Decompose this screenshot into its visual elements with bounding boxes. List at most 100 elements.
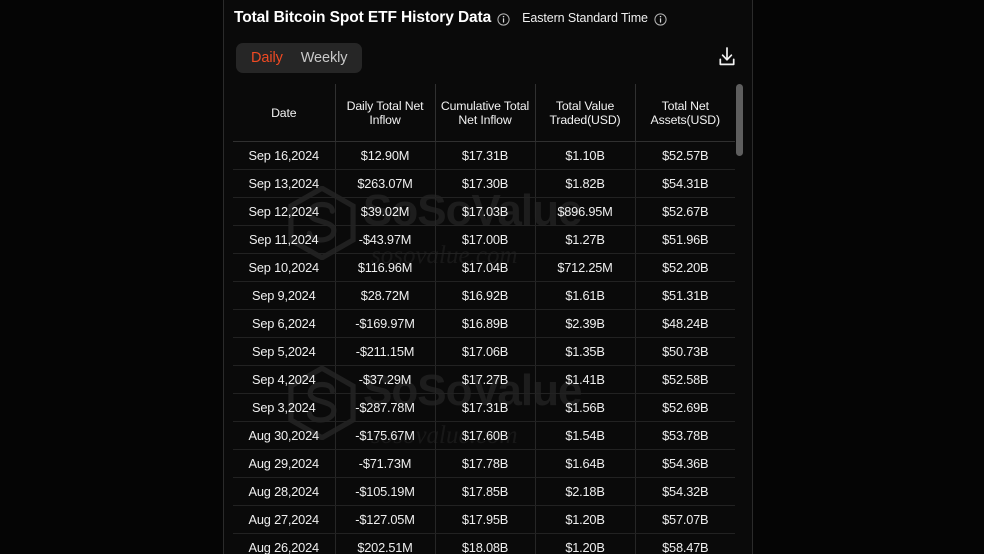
column-header-total-net-assets[interactable]: Total Net Assets(USD) [635, 84, 735, 142]
cell-daily-net-inflow: -$43.97M [335, 225, 436, 254]
table-row[interactable]: Sep 4,2024 -$37.29M $17.27B $1.41B $52.58B [233, 365, 735, 394]
cell-date: Sep 5,2024 [233, 337, 336, 366]
cell-total-net-assets: $51.96B [635, 225, 735, 254]
cell-date: Sep 10,2024 [233, 253, 336, 282]
tab-daily[interactable]: Daily [242, 43, 292, 73]
cell-cumulative-inflow: $17.78B [435, 449, 536, 478]
cell-daily-net-inflow: $12.90M [335, 141, 436, 170]
cell-total-net-assets: $57.07B [635, 505, 735, 534]
cell-daily-net-inflow: $202.51M [335, 533, 436, 554]
table-row[interactable]: Aug 29,2024 -$71.73M $17.78B $1.64B $54.36B [233, 449, 735, 478]
cell-total-net-assets: $50.73B [635, 337, 735, 366]
cell-total-value-traded: $896.95M [535, 197, 636, 226]
cell-total-value-traded: $1.82B [535, 169, 636, 198]
table-row[interactable]: Aug 28,2024 -$105.19M $17.85B $2.18B $54.32B [233, 477, 735, 506]
table-row[interactable]: Aug 30,2024 -$175.67M $17.60B $1.54B $53.78B [233, 421, 735, 450]
cell-daily-net-inflow: $263.07M [335, 169, 436, 198]
cell-date: Sep 11,2024 [233, 225, 336, 254]
cell-daily-net-inflow: -$169.97M [335, 309, 436, 338]
tab-weekly[interactable]: Weekly [292, 43, 357, 73]
cell-cumulative-inflow: $17.95B [435, 505, 536, 534]
column-header-cumulative-inflow[interactable]: Cumulative Total Net Inflow [435, 84, 536, 142]
cell-cumulative-inflow: $18.08B [435, 533, 536, 554]
title-info-icon[interactable] [497, 12, 510, 26]
cell-total-net-assets: $52.69B [635, 393, 735, 422]
cell-daily-net-inflow: -$175.67M [335, 421, 436, 450]
cell-total-value-traded: $1.41B [535, 365, 636, 394]
table-row[interactable]: Sep 5,2024 -$211.15M $17.06B $1.35B $50.73B [233, 337, 735, 366]
etf-history-panel: Total Bitcoin Spot ETF History Data East… [223, 0, 753, 554]
table-row[interactable]: Sep 3,2024 -$287.78M $17.31B $1.56B $52.69B [233, 393, 735, 422]
cell-daily-net-inflow: $39.02M [335, 197, 436, 226]
period-toggle-group[interactable]: Daily Weekly [236, 43, 363, 73]
column-header-date[interactable]: Date [233, 84, 336, 142]
cell-cumulative-inflow: $16.89B [435, 309, 536, 338]
table-row[interactable]: Sep 12,2024 $39.02M $17.03B $896.95M $52.67B [233, 197, 735, 226]
cell-total-value-traded: $1.64B [535, 449, 636, 478]
cell-daily-net-inflow: -$71.73M [335, 449, 436, 478]
panel-header: Total Bitcoin Spot ETF History Data East… [234, 9, 667, 27]
cell-cumulative-inflow: $17.03B [435, 197, 536, 226]
cell-total-value-traded: $1.10B [535, 141, 636, 170]
table-row[interactable]: Sep 13,2024 $263.07M $17.30B $1.82B $54.31B [233, 169, 735, 198]
cell-daily-net-inflow: -$287.78M [335, 393, 436, 422]
timezone-label: Eastern Standard Time [522, 11, 648, 25]
cell-total-net-assets: $52.58B [635, 365, 735, 394]
table-scrollbar-thumb[interactable] [736, 84, 743, 156]
cell-date: Aug 29,2024 [233, 449, 336, 478]
cell-total-value-traded: $1.61B [535, 281, 636, 310]
cell-date: Sep 12,2024 [233, 197, 336, 226]
cell-daily-net-inflow: -$37.29M [335, 365, 436, 394]
table-scrollbar-track[interactable] [736, 84, 743, 554]
etf-history-table: Date Daily Total Net Inflow Cumulative T… [233, 84, 735, 554]
table-row[interactable]: Sep 10,2024 $116.96M $17.04B $712.25M $52.20… [233, 253, 735, 282]
column-header-total-value-traded[interactable]: Total Value Traded(USD) [535, 84, 636, 142]
cell-total-value-traded: $2.18B [535, 477, 636, 506]
download-icon[interactable] [714, 44, 740, 70]
cell-cumulative-inflow: $17.30B [435, 169, 536, 198]
table-row[interactable]: Sep 11,2024 -$43.97M $17.00B $1.27B $51.96B [233, 225, 735, 254]
cell-daily-net-inflow: $116.96M [335, 253, 436, 282]
cell-date: Sep 9,2024 [233, 281, 336, 310]
cell-cumulative-inflow: $17.31B [435, 141, 536, 170]
cell-daily-net-inflow: -$105.19M [335, 477, 436, 506]
cell-total-net-assets: $54.31B [635, 169, 735, 198]
cell-daily-net-inflow: $28.72M [335, 281, 436, 310]
cell-total-net-assets: $51.31B [635, 281, 735, 310]
table-row[interactable]: Sep 16,2024 $12.90M $17.31B $1.10B $52.57B [233, 141, 735, 170]
timezone-info-icon[interactable] [654, 12, 667, 26]
cell-total-net-assets: $52.20B [635, 253, 735, 282]
cell-cumulative-inflow: $17.60B [435, 421, 536, 450]
cell-total-value-traded: $1.35B [535, 337, 636, 366]
cell-total-value-traded: $1.56B [535, 393, 636, 422]
cell-cumulative-inflow: $17.85B [435, 477, 536, 506]
table-header-row: Date Daily Total Net Inflow Cumulative T… [233, 84, 735, 142]
page-title: Total Bitcoin Spot ETF History Data [234, 9, 492, 26]
column-header-daily-net-inflow[interactable]: Daily Total Net Inflow [335, 84, 436, 142]
cell-total-value-traded: $1.54B [535, 421, 636, 450]
table-row[interactable]: Aug 27,2024 -$127.05M $17.95B $1.20B $57.07B [233, 505, 735, 534]
cell-total-net-assets: $54.36B [635, 449, 735, 478]
cell-total-net-assets: $48.24B [635, 309, 735, 338]
table-row[interactable]: Sep 9,2024 $28.72M $16.92B $1.61B $51.31B [233, 281, 735, 310]
cell-cumulative-inflow: $17.31B [435, 393, 536, 422]
cell-cumulative-inflow: $16.92B [435, 281, 536, 310]
cell-cumulative-inflow: $17.04B [435, 253, 536, 282]
cell-date: Sep 4,2024 [233, 365, 336, 394]
cell-total-value-traded: $1.27B [535, 225, 636, 254]
cell-cumulative-inflow: $17.27B [435, 365, 536, 394]
cell-total-net-assets: $52.67B [635, 197, 735, 226]
cell-total-value-traded: $2.39B [535, 309, 636, 338]
cell-date: Sep 13,2024 [233, 169, 336, 198]
table-row[interactable]: Aug 26,2024 $202.51M $18.08B $1.20B $58.47B [233, 533, 735, 554]
cell-cumulative-inflow: $17.00B [435, 225, 536, 254]
cell-daily-net-inflow: -$127.05M [335, 505, 436, 534]
etf-history-table-container[interactable]: Date Daily Total Net Inflow Cumulative T… [233, 84, 735, 554]
cell-date: Aug 30,2024 [233, 421, 336, 450]
cell-date: Sep 6,2024 [233, 309, 336, 338]
cell-date: Aug 27,2024 [233, 505, 336, 534]
cell-cumulative-inflow: $17.06B [435, 337, 536, 366]
cell-date: Aug 26,2024 [233, 533, 336, 554]
cell-daily-net-inflow: -$211.15M [335, 337, 436, 366]
table-row[interactable]: Sep 6,2024 -$169.97M $16.89B $2.39B $48.24B [233, 309, 735, 338]
